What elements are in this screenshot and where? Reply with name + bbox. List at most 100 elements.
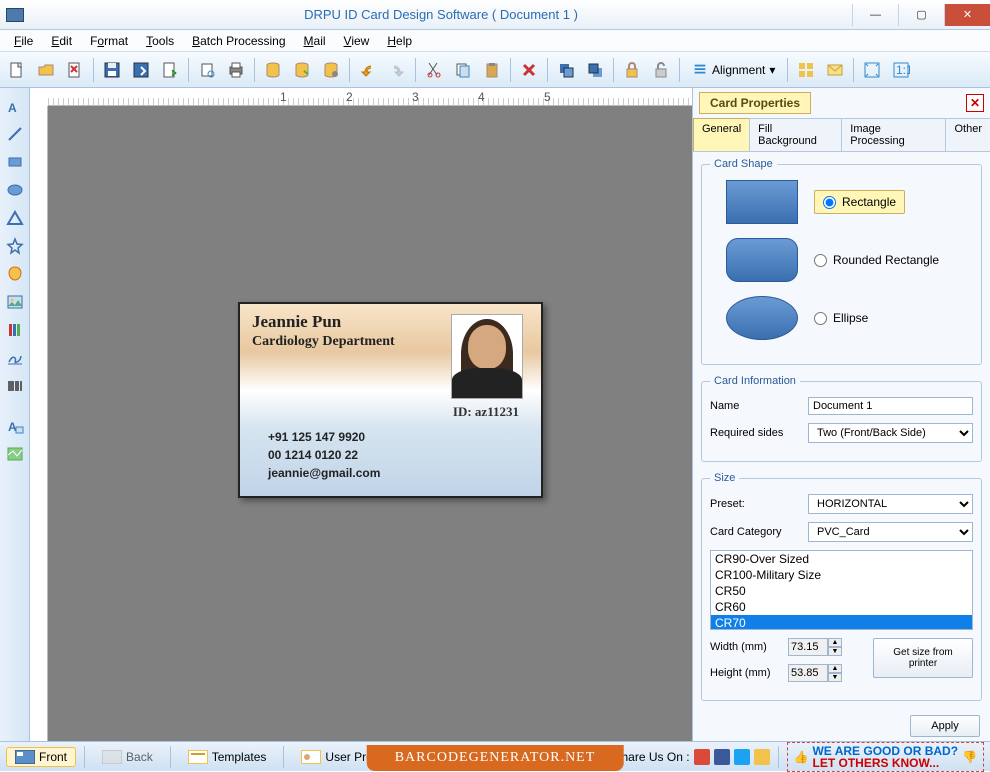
tab-fill-background[interactable]: Fill Background (749, 118, 842, 151)
size-list[interactable]: CR90-Over Sized CR100-Military Size CR50… (710, 550, 973, 630)
library-tool[interactable] (3, 318, 27, 342)
watermark-tool[interactable]: A (3, 414, 27, 438)
menu-help[interactable]: Help (379, 32, 420, 50)
line-tool[interactable] (3, 122, 27, 146)
sides-select[interactable]: Two (Front/Back Side) (808, 423, 973, 443)
align-icon (692, 62, 708, 78)
tool-palette: A A (0, 88, 30, 741)
twitter-icon[interactable] (734, 749, 750, 765)
templates-icon (188, 750, 208, 764)
undo-button[interactable] (355, 57, 381, 83)
tab-image-processing[interactable]: Image Processing (841, 118, 946, 151)
menu-batch[interactable]: Batch Processing (184, 32, 293, 50)
triangle-tool[interactable] (3, 206, 27, 230)
background-tool[interactable] (3, 442, 27, 466)
redo-button[interactable] (384, 57, 410, 83)
mail-button[interactable] (822, 57, 848, 83)
print-button[interactable] (223, 57, 249, 83)
id-card[interactable]: Jeannie Pun Cardiology Department ID: az… (238, 302, 543, 498)
dropdown-arrow-icon: ▾ (769, 63, 775, 77)
signature-tool[interactable] (3, 346, 27, 370)
database-button[interactable] (260, 57, 286, 83)
card-front-icon (15, 750, 35, 764)
card-back-icon (102, 750, 122, 764)
send-back-button[interactable] (582, 57, 608, 83)
actual-size-button[interactable]: 1:1 (888, 57, 914, 83)
get-size-printer-button[interactable]: Get size from printer (873, 638, 973, 678)
menu-edit[interactable]: Edit (43, 32, 80, 50)
copy-button[interactable] (450, 57, 476, 83)
templates-button[interactable]: Templates (179, 747, 276, 767)
properties-title: Card Properties (699, 92, 811, 114)
front-tab[interactable]: Front (6, 747, 76, 767)
ruler-horizontal: 1 2 3 4 5 (48, 88, 692, 106)
shape-rounded-radio[interactable]: Rounded Rectangle (814, 253, 939, 267)
svg-text:A: A (8, 101, 17, 115)
new-button[interactable] (4, 57, 30, 83)
card-info-group: Card Information Name Required sides Two… (701, 375, 982, 462)
database-export-button[interactable] (289, 57, 315, 83)
custom-shape-tool[interactable] (3, 262, 27, 286)
ellipse-tool[interactable] (3, 178, 27, 202)
barcode-tool[interactable] (3, 374, 27, 398)
export-button[interactable] (157, 57, 183, 83)
svg-text:1:1: 1:1 (896, 63, 910, 77)
app-icon (6, 8, 24, 22)
shape-ellipse-radio[interactable]: Ellipse (814, 311, 868, 325)
save-as-button[interactable] (128, 57, 154, 83)
height-label: Height (mm) (710, 667, 780, 679)
canvas[interactable]: Jeannie Pun Cardiology Department ID: az… (48, 106, 692, 741)
grid-button[interactable] (793, 57, 819, 83)
google-plus-icon[interactable] (694, 749, 710, 765)
maximize-button[interactable]: ▢ (898, 4, 944, 26)
menu-mail[interactable]: Mail (296, 32, 334, 50)
properties-tabs: General Fill Background Image Processing… (693, 118, 990, 152)
open-button[interactable] (33, 57, 59, 83)
print-preview-button[interactable] (194, 57, 220, 83)
text-tool[interactable]: A (3, 94, 27, 118)
database-settings-button[interactable] (318, 57, 344, 83)
apply-button[interactable]: Apply (910, 715, 980, 737)
category-select[interactable]: PVC_Card (808, 522, 973, 542)
name-input[interactable] (808, 397, 973, 415)
bring-front-button[interactable] (553, 57, 579, 83)
rectangle-tool[interactable] (3, 150, 27, 174)
save-button[interactable] (99, 57, 125, 83)
menu-tools[interactable]: Tools (138, 32, 182, 50)
list-item[interactable]: CR60 (711, 599, 972, 615)
width-spinner[interactable]: ▲▼ (788, 638, 844, 656)
tab-general[interactable]: General (693, 118, 750, 151)
delete-file-button[interactable] (62, 57, 88, 83)
paste-button[interactable] (479, 57, 505, 83)
properties-close-button[interactable]: ✕ (966, 94, 984, 112)
list-item[interactable]: CR100-Military Size (711, 567, 972, 583)
card-photo (451, 314, 523, 399)
shape-rectangle-radio[interactable]: Rectangle (814, 190, 905, 214)
unlock-button[interactable] (648, 57, 674, 83)
image-tool[interactable] (3, 290, 27, 314)
facebook-icon[interactable] (714, 749, 730, 765)
list-item[interactable]: CR90-Over Sized (711, 551, 972, 567)
menu-file[interactable]: File (6, 32, 41, 50)
feedback-link[interactable]: 👍 WE ARE GOOD OR BAD? LET OTHERS KNOW...… (787, 742, 984, 772)
delete-button[interactable] (516, 57, 542, 83)
alignment-dropdown[interactable]: Alignment ▾ (685, 57, 782, 83)
star-tool[interactable] (3, 234, 27, 258)
footer-badge: BARCODEGENERATOR.NET (367, 745, 624, 771)
menubar: File Edit Format Tools Batch Processing … (0, 30, 990, 52)
list-item[interactable]: CR50 (711, 583, 972, 599)
preset-select[interactable]: HORIZONTAL (808, 494, 973, 514)
menu-format[interactable]: Format (82, 32, 136, 50)
minimize-button[interactable]: — (852, 4, 898, 26)
close-button[interactable]: ✕ (944, 4, 990, 26)
share-other-icon[interactable] (754, 749, 770, 765)
lock-button[interactable] (619, 57, 645, 83)
height-spinner[interactable]: ▲▼ (788, 664, 844, 682)
fit-button[interactable] (859, 57, 885, 83)
menu-view[interactable]: View (336, 32, 378, 50)
properties-panel: Card Properties ✕ General Fill Backgroun… (692, 88, 990, 741)
back-tab[interactable]: Back (93, 747, 162, 767)
list-item-selected[interactable]: CR70 (711, 615, 972, 630)
cut-button[interactable] (421, 57, 447, 83)
tab-other[interactable]: Other (945, 118, 990, 151)
